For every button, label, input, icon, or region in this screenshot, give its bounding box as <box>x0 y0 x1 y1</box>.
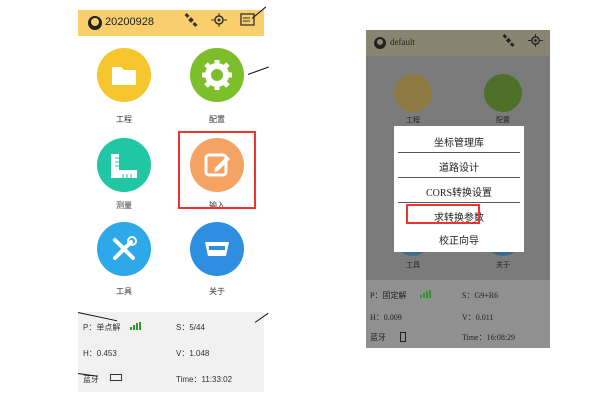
transform-params-highlight <box>406 204 480 224</box>
project-title: default <box>390 37 415 47</box>
project-button[interactable] <box>394 74 432 112</box>
device-icon <box>205 242 229 256</box>
h-precision: H：0.453 <box>83 349 117 358</box>
gps-target-icon[interactable] <box>528 34 543 50</box>
project-title: 20200928 <box>105 16 154 28</box>
satellite-icon[interactable] <box>184 13 198 31</box>
signal-icon <box>130 322 141 330</box>
about-label: 关于 <box>209 287 225 296</box>
project-label: 工程 <box>116 115 132 124</box>
bluetooth-label: 蓝牙 <box>370 333 386 342</box>
device-indicator-icon <box>400 332 406 342</box>
battery-icon <box>110 374 122 381</box>
ruler-icon <box>111 154 137 178</box>
config-label: 配置 <box>209 115 225 124</box>
gear-icon <box>202 60 232 90</box>
v-precision: V：1.048 <box>176 349 210 358</box>
satellite-count: S：5/44 <box>176 323 205 332</box>
menu-item-calibration-wizard[interactable]: 校正向导 <box>394 232 524 247</box>
dialog-screen: default 工程 配置 工具 关于 坐标管理库 道路设计 CORS转换设置 … <box>366 30 550 348</box>
measure-label: 测量 <box>116 201 132 210</box>
tools-icon <box>113 236 137 260</box>
config-button[interactable] <box>484 74 522 112</box>
satellite-icon[interactable] <box>502 34 515 50</box>
tools-label: 工具 <box>406 262 420 269</box>
project-button[interactable] <box>97 48 151 102</box>
gps-target-icon[interactable] <box>211 13 227 31</box>
app-logo <box>374 37 386 49</box>
about-button[interactable] <box>190 222 244 276</box>
divider <box>398 202 520 203</box>
signal-icon <box>420 290 431 298</box>
h-precision: H：0.009 <box>370 313 402 322</box>
divider <box>398 177 520 178</box>
menu-item-cors-settings[interactable]: CORS转换设置 <box>394 184 524 199</box>
folder-icon <box>112 67 136 85</box>
menu-item-coordinate-library[interactable]: 坐标管理库 <box>394 134 524 149</box>
app-header: 20200928 <box>78 10 264 36</box>
about-label: 关于 <box>496 262 510 269</box>
satellite-count: S：G9+R6 <box>462 291 499 300</box>
app-logo <box>88 16 102 30</box>
measure-button[interactable] <box>97 138 151 192</box>
input-menu-popup: 坐标管理库 道路设计 CORS转换设置 求转换参数 校正向导 <box>394 126 524 252</box>
menu-item-road-design[interactable]: 道路设计 <box>394 159 524 174</box>
app-header: default <box>366 30 550 56</box>
status-panel: P：固定解 S：G9+R6 H：0.009 V：0.011 蓝牙 Time：16… <box>366 280 550 348</box>
main-screen: 20200928 工程 配置 测量 输入 工具 关于 P：单点解 S：5/44 … <box>78 10 264 392</box>
config-button[interactable] <box>190 48 244 102</box>
input-highlight <box>178 131 256 209</box>
time-readout: Time：11:33:02 <box>176 375 233 384</box>
position-status: P：固定解 <box>370 291 407 300</box>
tools-button[interactable] <box>97 222 151 276</box>
v-precision: V：0.011 <box>462 313 494 322</box>
config-label: 配置 <box>496 117 510 124</box>
time-readout: Time：16:08:29 <box>462 333 516 342</box>
tools-label: 工具 <box>116 287 132 296</box>
project-label: 工程 <box>406 117 420 124</box>
divider <box>398 152 520 153</box>
position-status: P：单点解 <box>83 323 121 332</box>
status-panel: P：单点解 S：5/44 H：0.453 V：1.048 蓝牙 Time：11:… <box>78 312 264 392</box>
